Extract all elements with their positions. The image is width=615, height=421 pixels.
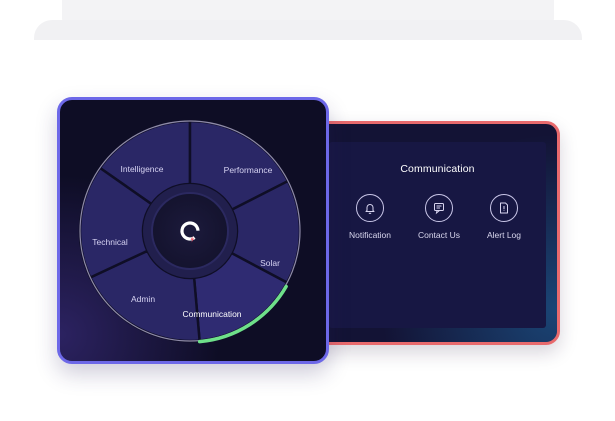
- communication-panel: Communication Notification Contact Us Al…: [296, 121, 560, 345]
- bell-icon: [356, 194, 384, 222]
- alert-log-label: Alert Log: [486, 230, 522, 240]
- radial-menu-panel: Intelligence Performance Solar Communica…: [57, 97, 329, 364]
- chat-icon: [425, 194, 453, 222]
- segment-label-admin: Admin: [130, 294, 156, 304]
- segment-label-solar: Solar: [260, 258, 280, 268]
- contact-us-label: Contact Us: [417, 230, 461, 240]
- segment-label-intelligence: Intelligence: [120, 164, 164, 174]
- segment-label-communication: Communication: [182, 309, 242, 319]
- background-device-edge: [34, 20, 582, 40]
- segment-label-technical: Technical: [92, 237, 128, 247]
- communication-title: Communication: [400, 163, 475, 175]
- contact-us-button[interactable]: Contact Us: [404, 194, 474, 240]
- communication-card: Communication Notification Contact Us Al…: [329, 142, 546, 328]
- notification-button[interactable]: Notification: [335, 194, 405, 240]
- segment-label-performance: Performance: [223, 165, 273, 175]
- notification-label: Notification: [348, 230, 392, 240]
- power-logo-icon: [177, 219, 203, 245]
- document-alert-icon: [490, 194, 518, 222]
- alert-log-button[interactable]: Alert Log: [469, 194, 539, 240]
